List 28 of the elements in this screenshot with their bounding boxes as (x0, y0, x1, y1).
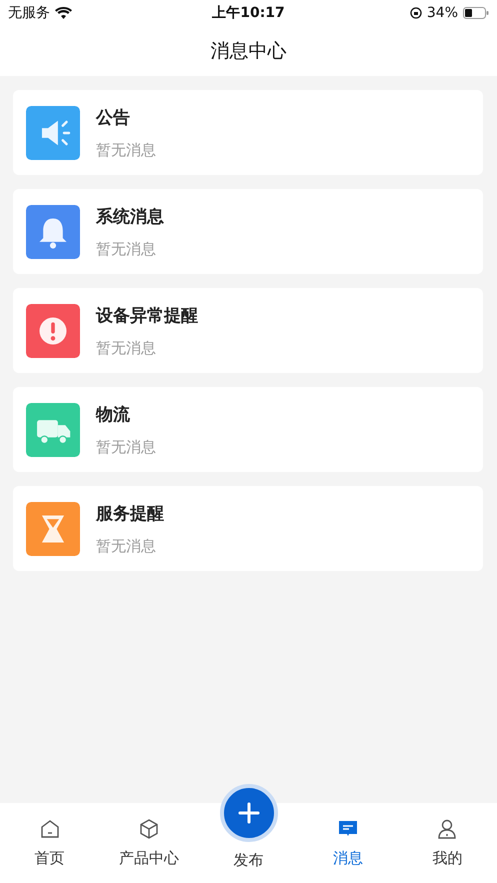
battery-text: 34% (426, 5, 458, 21)
plus-icon (238, 802, 260, 824)
carrier-text: 无服务 (8, 4, 50, 22)
message-card[interactable]: 公告 暂无消息 (13, 90, 483, 175)
message-card[interactable]: 系统消息 暂无消息 (13, 189, 483, 274)
message-preview: 暂无消息 (96, 240, 157, 258)
message-title: 公告 (96, 106, 131, 128)
message-title: 服务提醒 (96, 502, 164, 524)
message-preview: 暂无消息 (96, 536, 157, 556)
clock-text: 上午10:17 (212, 4, 285, 22)
message-preview: 暂无消息 (96, 140, 156, 160)
message-title: 物流 (96, 404, 131, 426)
tab-item[interactable]: 产品中心 (99, 803, 199, 883)
tab-item[interactable]: 消息 (298, 803, 398, 883)
message-preview: 暂无消息 (96, 438, 156, 456)
rotation-lock-icon (410, 7, 422, 19)
tab-label[interactable]: 发布 (234, 851, 264, 870)
tab-item[interactable]: 我的 (398, 803, 497, 883)
message-title: 系统消息 (96, 206, 164, 228)
tab-item[interactable]: 首页 (0, 803, 100, 883)
battery-icon (463, 7, 490, 19)
message-preview: 暂无消息 (96, 338, 157, 358)
message-card[interactable]: 物流 暂无消息 (13, 387, 483, 472)
message-card[interactable]: 设备异常提醒 暂无消息 (13, 288, 483, 373)
page-title: 消息中心 (210, 39, 286, 64)
wifi-icon (55, 7, 72, 19)
message-title: 设备异常提醒 (96, 304, 198, 326)
message-card[interactable]: 服务提醒 暂无消息 (13, 486, 483, 571)
